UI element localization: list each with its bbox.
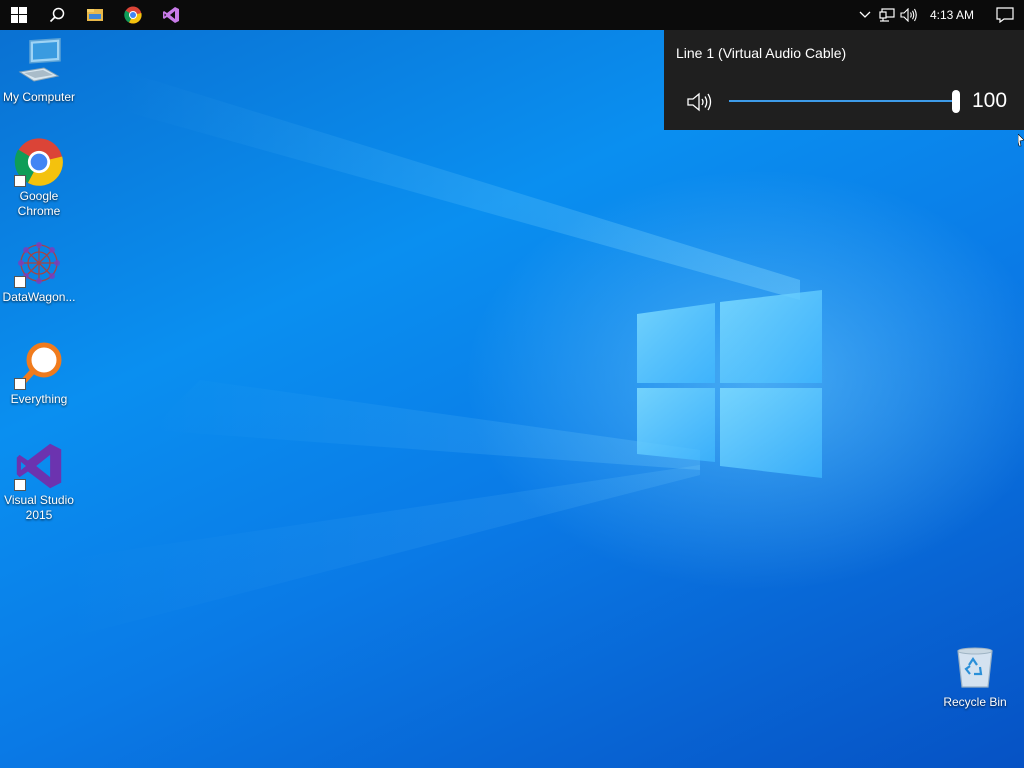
visual-studio-icon — [14, 441, 64, 491]
desktop-icon-label: Recycle Bin — [943, 695, 1007, 709]
taskbar: 4:13 AM — [0, 0, 1024, 30]
windows-logo — [637, 290, 822, 478]
desktop-icon-my-computer[interactable]: My Computer — [0, 37, 78, 105]
shortcut-arrow-icon — [14, 479, 26, 491]
desktop-icon-visual-studio[interactable]: Visual Studio 2015 — [0, 441, 78, 523]
speaker-icon[interactable] — [898, 0, 920, 30]
desktop[interactable]: 4:13 AM Line 1 (Virtual Audio Cable) 100 — [0, 0, 1024, 768]
mouse-cursor-icon — [1018, 134, 1024, 147]
desktop-icon-label: My Computer — [2, 90, 76, 104]
windows-start-icon[interactable] — [0, 0, 38, 30]
taskbar-clock[interactable]: 4:13 AM — [920, 8, 986, 22]
desktop-icon-recycle-bin[interactable]: Recycle Bin — [936, 643, 1014, 710]
desktop-icon-label: Everything — [10, 392, 68, 406]
computer-icon — [14, 37, 64, 88]
datawagon-icon — [14, 238, 64, 288]
action-center-icon[interactable] — [986, 0, 1024, 30]
file-explorer-icon[interactable] — [76, 0, 114, 30]
chrome-icon[interactable] — [114, 0, 152, 30]
network-icon[interactable] — [876, 0, 898, 30]
volume-flyout: Line 1 (Virtual Audio Cable) 100 — [664, 30, 1024, 130]
system-tray: 4:13 AM — [854, 0, 1024, 30]
desktop-icon-datawagon[interactable]: DataWagon... — [0, 238, 78, 305]
shortcut-arrow-icon — [14, 378, 26, 390]
shortcut-arrow-icon — [14, 276, 26, 288]
shortcut-arrow-icon — [14, 175, 26, 187]
desktop-icon-label: Google Chrome — [17, 189, 61, 218]
chrome-icon — [14, 137, 64, 187]
volume-slider-track[interactable] — [729, 100, 957, 102]
desktop-icon-label: Visual Studio 2015 — [4, 493, 74, 522]
audio-device-name[interactable]: Line 1 (Virtual Audio Cable) — [676, 45, 846, 61]
volume-value: 100 — [972, 89, 1008, 112]
everything-search-icon — [14, 340, 64, 390]
desktop-icon-label: DataWagon... — [2, 290, 76, 304]
recycle-bin-icon — [950, 643, 1000, 693]
chevron-up-icon[interactable] — [854, 0, 876, 30]
desktop-icon-everything[interactable]: Everything — [0, 340, 78, 407]
volume-slider-thumb[interactable] — [952, 90, 960, 113]
search-icon[interactable] — [38, 0, 76, 30]
mute-speaker-icon[interactable] — [686, 91, 714, 113]
desktop-icon-google-chrome[interactable]: Google Chrome — [0, 137, 78, 219]
visual-studio-icon[interactable] — [152, 0, 190, 30]
